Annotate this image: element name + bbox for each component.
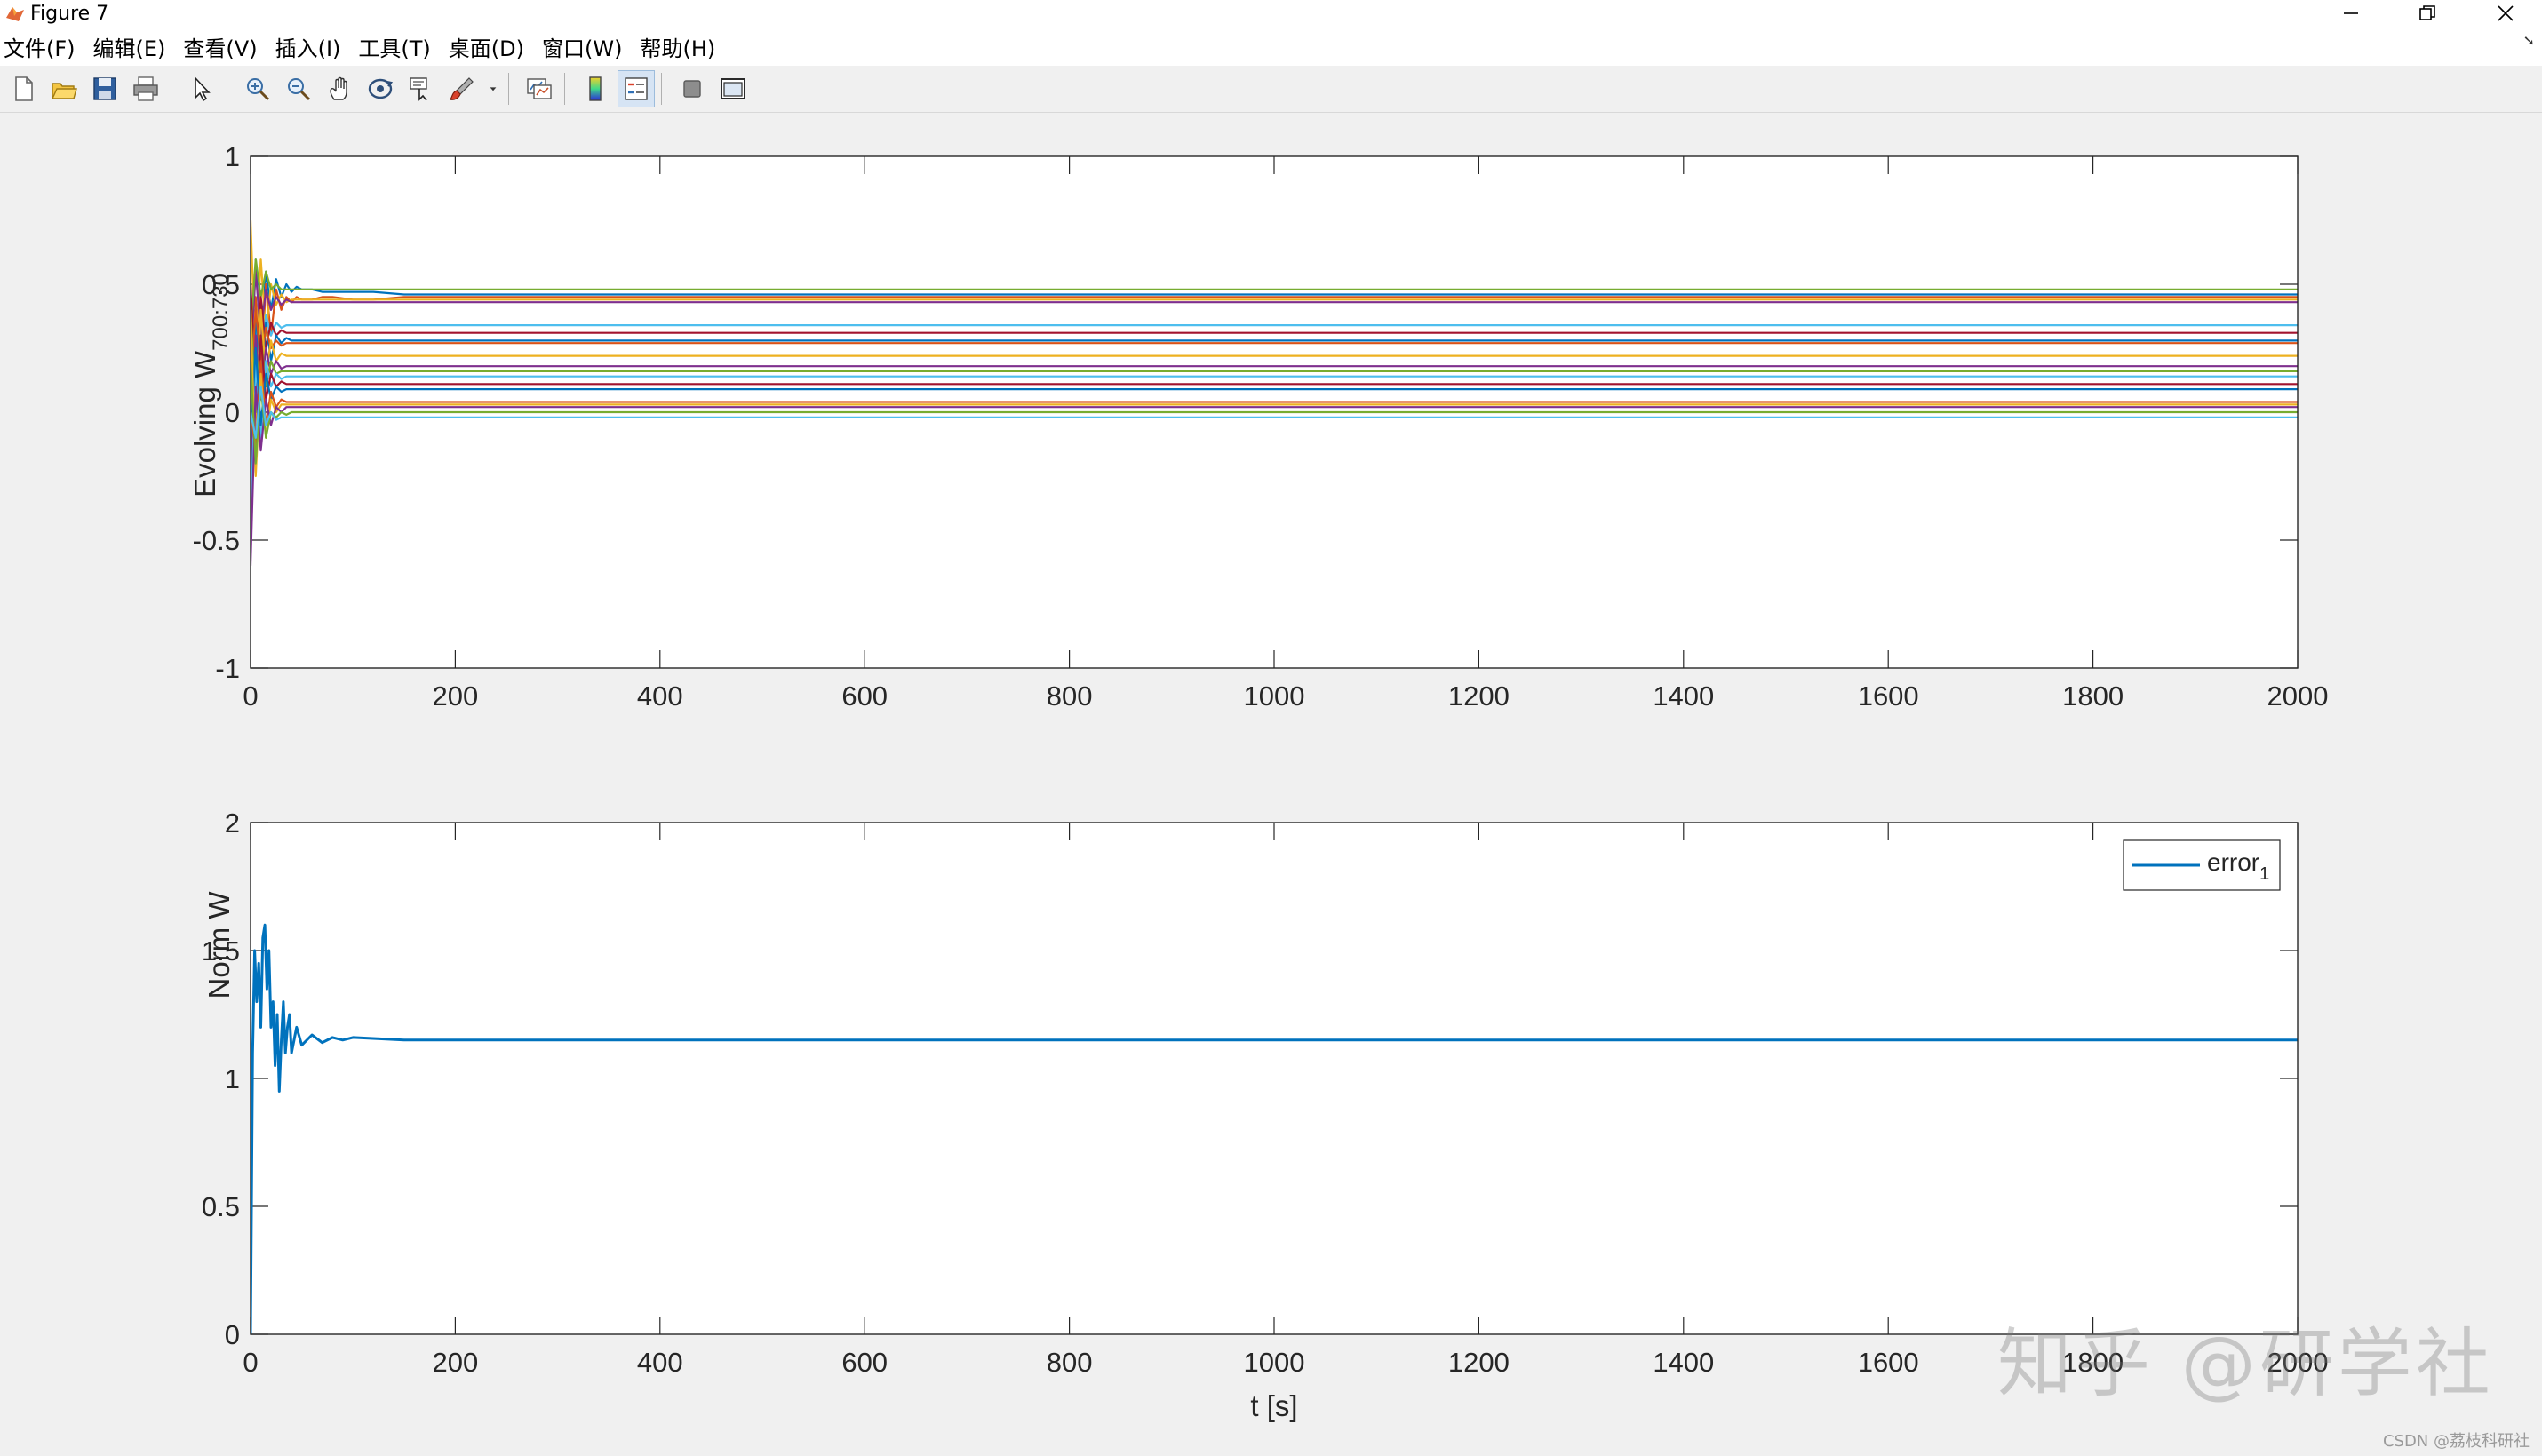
x-tick-label: 200 [433, 1347, 479, 1378]
y-axis-label: Norm W [203, 891, 235, 999]
legend-label-main: error [2207, 848, 2259, 876]
x-tick-label: 0 [243, 680, 258, 712]
x-tick-label: 1200 [1448, 680, 1510, 712]
zoom-in-button[interactable] [240, 71, 275, 107]
matlab-logo-icon [6, 7, 24, 21]
toolbar-separator [508, 73, 509, 105]
brush-button[interactable] [444, 71, 480, 107]
x-tick-label: 2000 [2267, 680, 2329, 712]
legend[interactable]: error1 [2123, 839, 2281, 891]
pan-icon [330, 76, 347, 100]
x-axis-label: t [s] [1250, 1389, 1297, 1422]
new-figure-icon [15, 76, 33, 101]
x-tick-label: 800 [1047, 680, 1093, 712]
open-file-button[interactable] [46, 71, 82, 107]
x-tick-label: 1400 [1653, 1347, 1714, 1378]
legend-label-subscript: 1 [2259, 864, 2269, 884]
y-axis-label-subscript: 700:730 [209, 274, 233, 351]
print-button[interactable] [128, 71, 163, 107]
toolbar-separator [661, 73, 662, 105]
menu-window[interactable]: 窗口(W) [538, 31, 636, 62]
save-icon [93, 77, 116, 100]
zoom-out-icon [288, 78, 311, 101]
dropdown-button[interactable] [485, 71, 501, 107]
colorbar-button[interactable] [578, 71, 613, 107]
x-tick-label: 1400 [1653, 680, 1714, 712]
menu-tools[interactable]: 工具(T) [355, 31, 444, 62]
colorbar-icon [589, 76, 602, 101]
x-tick-label: 200 [433, 680, 479, 712]
watermark: 知乎 @研学社 [1997, 1320, 2494, 1407]
y-axis-label: Evolving W700:730 [188, 274, 233, 497]
zoom-in-icon [247, 78, 270, 101]
show-plot-tools-button[interactable] [715, 71, 751, 107]
x-tick-label: 600 [841, 1347, 888, 1378]
close-button[interactable] [2465, 0, 2542, 27]
y-tick-label: 1 [225, 1063, 240, 1094]
x-tick-label: 1600 [1858, 680, 1919, 712]
rotate-3d-button[interactable] [363, 71, 398, 107]
pointer-button[interactable] [184, 71, 219, 107]
axes-1: 0 200 400 600 800 1000 1200 1400 1600 1800 2000 -1 -… [188, 141, 2328, 712]
y-tick-label: -1 [215, 653, 240, 684]
plot-area [251, 823, 2298, 1334]
menu-insert[interactable]: 插入(I) [272, 31, 355, 62]
x-tick-label: 1800 [2062, 680, 2124, 712]
save-button[interactable] [87, 71, 123, 107]
y-tick-label: 0.5 [202, 1191, 240, 1222]
y-axis-label-main: Evolving W [188, 350, 221, 497]
menu-edit[interactable]: 编辑(E) [90, 31, 180, 62]
menu-view[interactable]: 查看(V) [179, 31, 271, 62]
y-tick-label: 0 [225, 397, 240, 428]
zoom-out-button[interactable] [281, 71, 316, 107]
data-cursor-icon [410, 77, 427, 101]
open-file-icon [51, 83, 77, 99]
restore-button[interactable] [2387, 0, 2468, 27]
menu-overflow-icon[interactable]: ➘ [2523, 32, 2535, 49]
menu-desktop[interactable]: 桌面(D) [445, 31, 538, 62]
legend-icon [625, 77, 648, 100]
x-tick-label: 600 [841, 680, 888, 712]
hide-plot-tools-button[interactable] [674, 71, 710, 107]
y-tick-label: -0.5 [193, 525, 240, 556]
dropdown-icon [490, 87, 497, 91]
x-tick-label: 1600 [1858, 1347, 1919, 1378]
new-figure-button[interactable] [5, 71, 41, 107]
minimize-button[interactable] [2310, 0, 2392, 27]
x-tick-label: 1000 [1244, 1347, 1305, 1378]
rotate-3d-icon [368, 78, 394, 99]
pointer-icon [195, 76, 211, 102]
figure-canvas: 0 200 400 600 800 1000 1200 1400 1600 1800 2000-1-… [188, 141, 2328, 1422]
x-tick-label: 0 [243, 1347, 258, 1378]
link-plot-button[interactable] [522, 71, 557, 107]
figure-toolbar [0, 66, 2542, 113]
data-cursor-button[interactable] [403, 71, 439, 107]
toolbar-separator [564, 73, 565, 105]
print-icon [133, 76, 158, 101]
y-tick-label: 1 [225, 141, 240, 172]
menu-help[interactable]: 帮助(H) [636, 31, 729, 62]
window-title: Figure 7 [30, 2, 109, 25]
pan-button[interactable] [322, 71, 357, 107]
x-tick-label: 1000 [1244, 680, 1305, 712]
menu-bar: 文件(F) 编辑(E) 查看(V) 插入(I) 工具(T) 桌面(D) 窗口(W… [0, 27, 2542, 67]
show-plot-tools-icon [721, 78, 745, 99]
x-tick-label: 800 [1047, 1347, 1093, 1378]
x-tick-label: 400 [637, 680, 683, 712]
restore-icon [2419, 5, 2435, 20]
legend-button[interactable] [618, 70, 655, 107]
hide-plot-tools-icon [683, 80, 701, 98]
y-tick-label: 0 [225, 1319, 240, 1350]
brush-icon [450, 77, 474, 100]
y-tick-label: 2 [225, 808, 240, 839]
x-tick-label: 1200 [1448, 1347, 1510, 1378]
menu-file[interactable]: 文件(F) [0, 31, 90, 62]
title-bar: Figure 7 [0, 0, 2542, 27]
close-icon [2498, 5, 2514, 21]
credit-text: CSDN @荔枝科研社 [2382, 1432, 2530, 1451]
x-tick-label: 400 [637, 1347, 683, 1378]
minimize-icon [2344, 12, 2358, 14]
link-plot-icon [527, 78, 552, 99]
